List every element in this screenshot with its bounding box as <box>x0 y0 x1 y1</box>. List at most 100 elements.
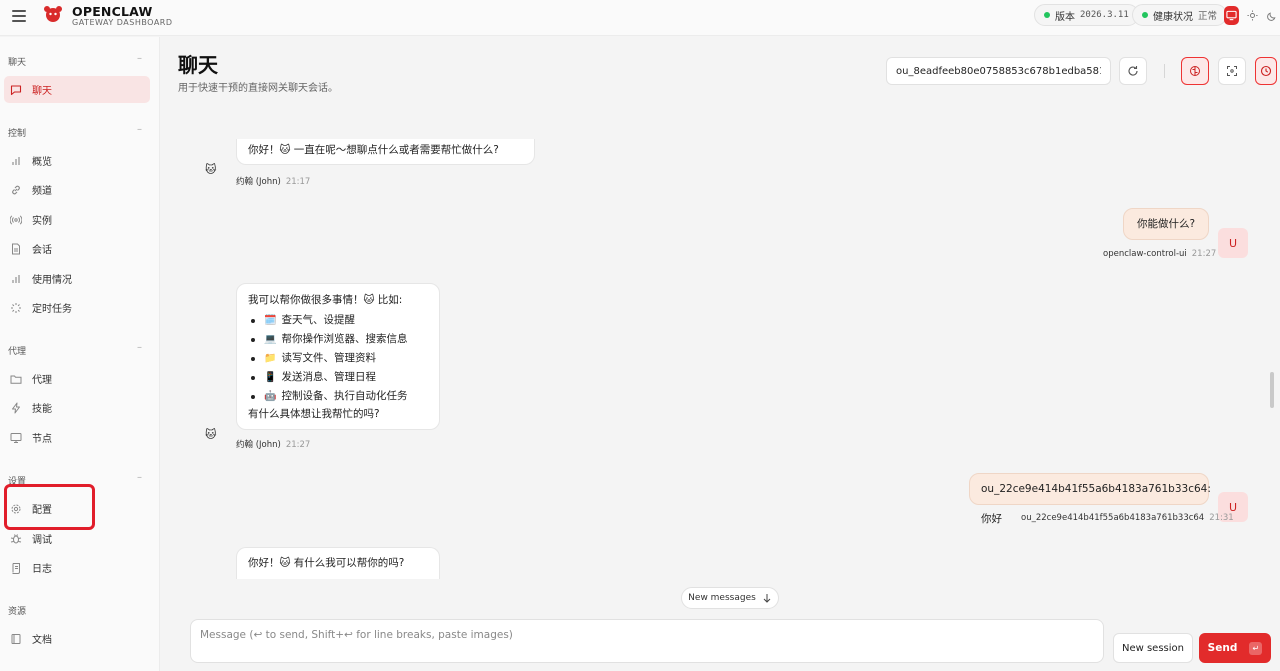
sidebar-item-label: 频道 <box>32 186 52 197</box>
list-item-text: 帮你操作浏览器、搜索信息 <box>281 333 408 345</box>
user-message-bubble: 你能做什么? <box>1123 208 1209 240</box>
health-label: 健康状况 <box>1153 11 1193 23</box>
page-subtitle: 用于快速干预的直接网关聊天会话。 <box>178 83 338 94</box>
collapse-icon[interactable]: – <box>137 53 142 64</box>
collapse-icon[interactable]: – <box>137 342 142 353</box>
theme-dark-button[interactable] <box>1265 6 1280 25</box>
new-messages-button[interactable]: New messages <box>681 587 779 609</box>
focus-mode-button[interactable] <box>1218 57 1246 85</box>
new-session-button[interactable]: New session <box>1113 633 1193 663</box>
theme-system-button[interactable] <box>1224 5 1239 25</box>
scroll-icon <box>9 561 23 575</box>
message-author: ou_22ce9e414b41f55a6b4183a761b33c64 <box>1021 513 1205 523</box>
list-item: 💻 帮你操作浏览器、搜索信息 <box>248 330 428 349</box>
sidebar-item-agents[interactable]: 代理 <box>4 365 150 392</box>
bar-chart-icon <box>9 154 23 168</box>
top-bar: OPENCLAW GATEWAY DASHBOARD 版本 2026.3.11 … <box>0 0 1280 36</box>
bar-chart-icon <box>9 272 23 286</box>
message-text: 你能做什么? <box>1136 218 1196 230</box>
sidebar-item-instances[interactable]: 实例 <box>4 206 150 233</box>
list-item: 🗓️ 查天气、设提醒 <box>248 311 428 330</box>
message-author: openclaw-control-ui <box>1103 249 1187 259</box>
sidebar-item-label: 配置 <box>32 505 52 516</box>
message-author: 约翰 (John) <box>236 177 281 187</box>
assistant-message-bubble: 你好！🐱 有什么我可以帮你的吗? <box>236 547 440 579</box>
list-item: 📱 发送消息、管理日程 <box>248 368 428 387</box>
send-label: Send <box>1207 642 1238 654</box>
cron-history-button[interactable] <box>1255 57 1277 85</box>
moon-icon <box>1267 12 1276 21</box>
sidebar-item-overview[interactable]: 概览 <box>4 147 150 174</box>
openclaw-logo-icon <box>44 6 62 22</box>
status-dot-icon <box>1142 12 1148 18</box>
chat-scrollbar[interactable] <box>1270 372 1274 408</box>
gear-icon <box>9 502 23 516</box>
sidebar-item-docs[interactable]: 文档 <box>4 625 150 652</box>
message-author: 约翰 (John) <box>236 440 281 450</box>
sidebar-section-resources: 资源 <box>8 607 27 617</box>
collapse-icon[interactable]: – <box>137 124 142 135</box>
message-icon <box>9 83 23 97</box>
sidebar-item-chat[interactable]: 聊天 <box>4 76 150 103</box>
hamburger-menu-icon[interactable] <box>12 10 26 24</box>
version-badge: 版本 2026.3.11 <box>1034 4 1139 26</box>
brand-title: OPENCLAW <box>72 4 153 19</box>
refresh-button[interactable] <box>1119 57 1147 85</box>
monitor-icon <box>1226 10 1237 20</box>
version-value: 2026.3.11 <box>1080 10 1129 20</box>
bot-avatar-icon: 🐱 <box>205 428 217 441</box>
sidebar-item-label: 文档 <box>32 635 52 646</box>
refresh-icon <box>1128 66 1138 76</box>
monitor-icon <box>9 431 23 445</box>
sidebar-section-chat: 聊天 <box>8 58 27 68</box>
health-value: 正常 <box>1198 11 1218 22</box>
sidebar-item-channels[interactable]: 频道 <box>4 176 150 203</box>
message-meta: ou_22ce9e414b41f55a6b4183a761b33c64 21:31 <box>1021 513 1234 523</box>
sidebar-section-control: 控制 <box>8 129 27 139</box>
clock-icon <box>1260 65 1272 77</box>
message-time: 21:27 <box>1191 249 1217 259</box>
sidebar-item-label: 定时任务 <box>32 304 72 315</box>
theme-switcher <box>1224 5 1280 25</box>
theme-light-button[interactable] <box>1245 6 1260 25</box>
arrow-down-icon <box>763 594 771 603</box>
phone-icon: 📱 <box>264 372 277 383</box>
sidebar-item-usage[interactable]: 使用情况 <box>4 265 150 292</box>
list-item-text: 读写文件、管理资料 <box>281 352 376 364</box>
sidebar-item-label: 使用情况 <box>32 275 72 286</box>
list-item-text: 查天气、设提醒 <box>281 314 355 326</box>
thinking-toggle-button[interactable] <box>1181 57 1209 85</box>
message-time: 21:31 <box>1209 513 1234 523</box>
sidebar-item-label: 技能 <box>32 404 52 415</box>
send-button[interactable]: Send ↵ <box>1199 633 1271 663</box>
sidebar-item-debug[interactable]: 调试 <box>4 525 150 552</box>
sidebar-item-label: 会话 <box>32 245 52 256</box>
message-text: 你好！🐱 有什么我可以帮你的吗? <box>248 557 405 569</box>
assistant-message-bubble: 我可以帮你做很多事情！🐱 比如: 🗓️ 查天气、设提醒 💻 帮你操作浏览器、搜索信息… <box>236 283 440 430</box>
lightning-icon <box>9 401 23 415</box>
laptop-icon: 💻 <box>264 334 277 345</box>
broadcast-icon <box>9 213 23 227</box>
message-meta: 约翰 (John) 21:27 <box>236 438 310 450</box>
session-key-input[interactable] <box>886 57 1111 85</box>
health-badge: 健康状况 正常 <box>1132 4 1228 26</box>
folder-icon: 📁 <box>264 353 277 364</box>
sidebar-item-config[interactable]: 配置 <box>4 495 150 522</box>
message-outro: 有什么具体想让我帮忙的吗? <box>248 408 380 420</box>
sun-icon <box>1246 9 1258 21</box>
sidebar-item-sessions[interactable]: 会话 <box>4 235 150 262</box>
message-time: 21:17 <box>285 177 311 187</box>
message-time: 21:27 <box>285 440 311 450</box>
sidebar-item-skills[interactable]: 技能 <box>4 394 150 421</box>
sidebar-item-label: 调试 <box>32 535 52 546</box>
sidebar-item-cron[interactable]: 定时任务 <box>4 294 150 321</box>
book-icon <box>9 632 23 646</box>
sidebar-item-logs[interactable]: 日志 <box>4 554 150 581</box>
version-label: 版本 <box>1055 11 1075 23</box>
new-session-label: New session <box>1121 642 1184 654</box>
sidebar-item-nodes[interactable]: 节点 <box>4 424 150 451</box>
collapse-icon[interactable]: – <box>137 472 142 483</box>
link-icon <box>9 183 23 197</box>
message-input[interactable] <box>190 619 1104 663</box>
new-messages-label: New messages <box>688 593 756 603</box>
